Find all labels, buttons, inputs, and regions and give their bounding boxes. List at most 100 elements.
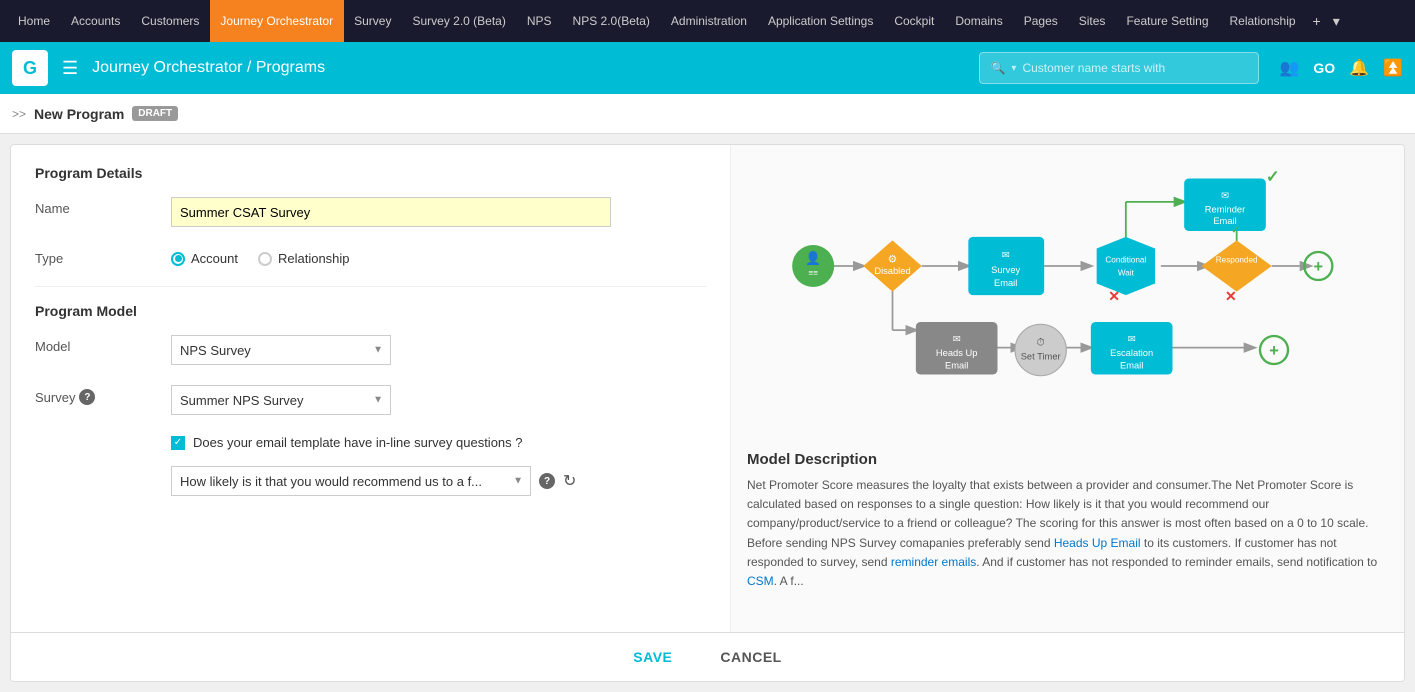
model-description: Model Description Net Promoter Score mea… xyxy=(747,451,1388,591)
nav-survey[interactable]: Survey xyxy=(344,0,402,42)
search-placeholder: Customer name starts with xyxy=(1022,61,1165,75)
svg-text:Responded: Responded xyxy=(1216,256,1258,265)
section-divider xyxy=(35,286,706,287)
inline-survey-row: How likely is it that you would recommen… xyxy=(171,466,706,496)
nav-customers[interactable]: Customers xyxy=(131,0,210,42)
nav-administration[interactable]: Administration xyxy=(661,0,758,42)
cancel-button[interactable]: CANCEL xyxy=(704,643,797,671)
responded-node[interactable] xyxy=(1202,240,1272,291)
people-icon[interactable]: 👥 xyxy=(1279,58,1299,78)
breadcrumb-title: New Program xyxy=(34,106,124,122)
inline-survey-checkbox-label: Does your email template have in-line su… xyxy=(193,435,523,450)
svg-text:✕: ✕ xyxy=(1108,288,1120,304)
svg-text:⏱: ⏱ xyxy=(1037,336,1045,348)
expand-icon[interactable]: ⏫ xyxy=(1383,58,1403,78)
svg-text:Email: Email xyxy=(945,361,968,371)
nav-pages[interactable]: Pages xyxy=(1014,0,1069,42)
inline-survey-select-wrapper: How likely is it that you would recommen… xyxy=(171,466,531,496)
svg-text:+: + xyxy=(1314,258,1324,276)
survey-label-group: Survey ? xyxy=(35,385,155,405)
left-panel: Program Details Name Type Account xyxy=(11,145,731,632)
flow-svg: 👤 ≡≡ ⚙ Disabled ✉ Survey Email Condition… xyxy=(747,161,1388,441)
svg-text:👤: 👤 xyxy=(805,251,821,266)
survey-row: Survey ? Summer NPS Survey Q3 NPS Survey… xyxy=(35,385,706,415)
bell-icon[interactable]: 🔔 xyxy=(1349,58,1369,78)
program-model-section-title: Program Model xyxy=(35,303,706,319)
reminder-highlight: reminder emails xyxy=(891,555,976,569)
nav-nps[interactable]: NPS xyxy=(517,0,563,42)
survey-help-icon[interactable]: ? xyxy=(79,389,95,405)
model-select-wrapper: NPS Survey CSAT Survey Onboarding ▼ xyxy=(171,335,391,365)
draft-badge: DRAFT xyxy=(132,106,178,121)
inline-survey-select[interactable]: How likely is it that you would recommen… xyxy=(171,466,531,496)
right-panel: 👤 ≡≡ ⚙ Disabled ✉ Survey Email Condition… xyxy=(731,145,1404,632)
svg-text:Conditional: Conditional xyxy=(1105,256,1146,265)
model-label: Model xyxy=(35,335,155,354)
hamburger-icon[interactable]: ☰ xyxy=(58,54,82,83)
radio-relationship-circle xyxy=(258,252,272,266)
radio-account[interactable]: Account xyxy=(171,251,238,266)
name-field-wrapper xyxy=(171,197,706,227)
top-navigation: Home Accounts Customers Journey Orchestr… xyxy=(0,0,1415,42)
svg-text:Wait: Wait xyxy=(1118,268,1135,277)
save-button[interactable]: SAVE xyxy=(617,643,688,671)
program-details-section-title: Program Details xyxy=(35,165,706,181)
heads-up-highlight: Heads Up Email xyxy=(1054,536,1141,550)
svg-text:Escalation: Escalation xyxy=(1110,348,1153,358)
survey-field-wrapper: Summer NPS Survey Q3 NPS Survey ▼ xyxy=(171,385,706,415)
radio-relationship-label: Relationship xyxy=(278,251,350,266)
svg-text:Disabled: Disabled xyxy=(874,266,910,276)
svg-text:✉: ✉ xyxy=(1128,334,1136,344)
csm-highlight: CSM xyxy=(747,574,774,588)
nav-home[interactable]: Home xyxy=(8,0,61,42)
nav-feature-setting[interactable]: Feature Setting xyxy=(1116,0,1219,42)
content-body: Program Details Name Type Account xyxy=(11,145,1404,632)
svg-text:Survey: Survey xyxy=(991,265,1020,275)
inline-survey-help-icon[interactable]: ? xyxy=(539,473,555,489)
nav-dropdown-icon[interactable]: ▾ xyxy=(1327,13,1346,30)
svg-text:✉: ✉ xyxy=(1221,190,1229,200)
svg-text:✕: ✕ xyxy=(1225,288,1237,304)
nav-application-settings[interactable]: Application Settings xyxy=(758,0,884,42)
svg-text:✓: ✓ xyxy=(1231,223,1241,236)
radio-relationship[interactable]: Relationship xyxy=(258,251,350,266)
svg-text:✉: ✉ xyxy=(1002,250,1010,260)
name-input[interactable] xyxy=(171,197,611,227)
svg-text:✓: ✓ xyxy=(1266,168,1280,186)
svg-text:≡≡: ≡≡ xyxy=(808,268,818,277)
svg-text:Reminder: Reminder xyxy=(1205,204,1245,214)
radio-account-circle xyxy=(171,252,185,266)
survey-select-wrapper: Summer NPS Survey Q3 NPS Survey ▼ xyxy=(171,385,391,415)
nav-survey-beta[interactable]: Survey 2.0 (Beta) xyxy=(402,0,516,42)
conditional-wait-node[interactable] xyxy=(1097,237,1155,295)
set-timer-node[interactable] xyxy=(1015,324,1066,375)
search-dropdown-icon: ▾ xyxy=(1011,63,1016,74)
footer: SAVE CANCEL xyxy=(11,632,1404,681)
svg-text:⚙: ⚙ xyxy=(888,254,897,266)
nav-cockpit[interactable]: Cockpit xyxy=(884,0,945,42)
survey-select[interactable]: Summer NPS Survey Q3 NPS Survey xyxy=(171,385,391,415)
search-bar[interactable]: 🔍 ▾ Customer name starts with xyxy=(979,52,1259,84)
model-field-wrapper: NPS Survey CSAT Survey Onboarding ▼ xyxy=(171,335,706,365)
nav-more-icon[interactable]: + xyxy=(1307,13,1327,29)
app-logo[interactable]: G xyxy=(12,50,48,86)
search-icon: 🔍 xyxy=(990,61,1005,75)
refresh-icon[interactable]: ↻ xyxy=(563,471,576,491)
model-row: Model NPS Survey CSAT Survey Onboarding … xyxy=(35,335,706,365)
nav-nps-beta[interactable]: NPS 2.0(Beta) xyxy=(563,0,661,42)
nav-relationship[interactable]: Relationship xyxy=(1220,0,1307,42)
nav-sites[interactable]: Sites xyxy=(1069,0,1117,42)
flow-diagram: 👤 ≡≡ ⚙ Disabled ✉ Survey Email Condition… xyxy=(747,161,1388,441)
checkbox-check-icon: ✓ xyxy=(174,437,182,448)
nav-journey-orchestrator[interactable]: Journey Orchestrator xyxy=(210,0,344,42)
survey-label: Survey xyxy=(35,390,75,405)
svg-text:Heads Up: Heads Up xyxy=(936,348,977,358)
app-header: G ☰ Journey Orchestrator / Programs 🔍 ▾ … xyxy=(0,42,1415,94)
nav-domains[interactable]: Domains xyxy=(945,0,1013,42)
model-select[interactable]: NPS Survey CSAT Survey Onboarding xyxy=(171,335,391,365)
type-row: Type Account Relationship xyxy=(35,247,706,266)
go-label[interactable]: GO xyxy=(1313,60,1335,76)
inline-survey-checkbox[interactable]: ✓ xyxy=(171,436,185,450)
nav-accounts[interactable]: Accounts xyxy=(61,0,131,42)
breadcrumb-expand-icon[interactable]: >> xyxy=(12,107,26,121)
